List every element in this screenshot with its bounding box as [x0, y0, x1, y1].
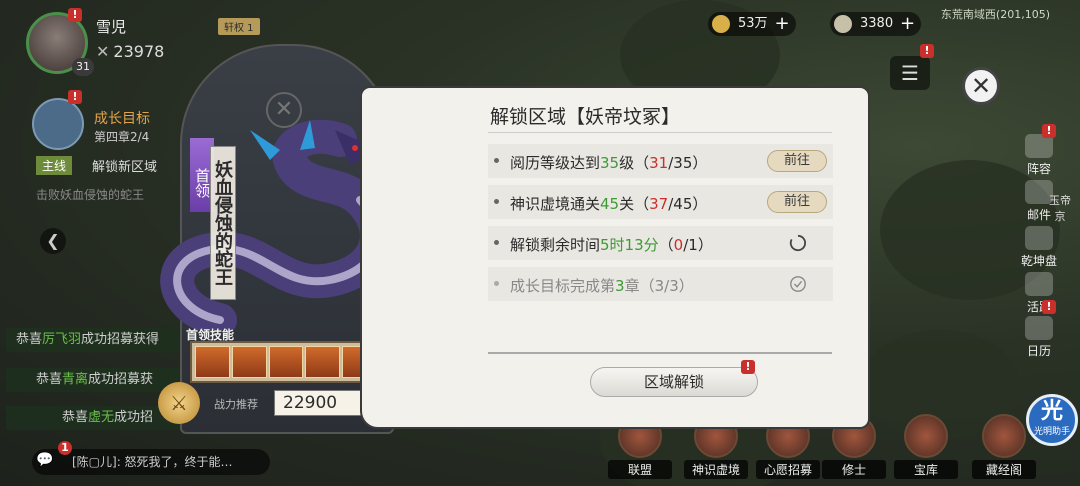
unlock-alert-badge: ! — [741, 360, 755, 374]
bullet-icon — [494, 281, 499, 286]
condition-row: 神识虚境通关45关（37/45） 前往 — [488, 185, 833, 219]
recruit-feed-item: 恭喜青离成功招募获 — [6, 368, 186, 392]
coin-icon — [712, 15, 730, 33]
condition-text: 解锁剩余时间5时13分（0/1） — [510, 236, 713, 254]
sidebar-alert-badge: ! — [1042, 300, 1056, 314]
rank-tag: 轩权 1 — [218, 18, 260, 35]
menu-button[interactable]: ☰ — [890, 56, 930, 90]
chat-icon[interactable]: 💬 — [36, 452, 53, 468]
player-level: 31 — [72, 58, 94, 76]
goto-button[interactable]: 前往 — [767, 191, 827, 213]
growth-goal-icon[interactable] — [32, 98, 84, 150]
boss-skill-icon[interactable] — [305, 346, 341, 378]
condition-text: 阅历等级达到35级（31/35） — [510, 154, 708, 172]
avatar-alert-badge: ! — [68, 8, 82, 22]
calendar-icon — [1025, 316, 1053, 340]
area-unlock-button[interactable]: 区域解锁 — [590, 367, 758, 397]
collapse-arrow-icon[interactable]: ❮ — [40, 228, 66, 254]
bottom-item-treasury[interactable]: 宝库 — [894, 414, 958, 480]
condition-text: 成长目标完成第3章（3/3） — [510, 277, 694, 295]
sidebar-alert-badge: ! — [1042, 124, 1056, 138]
mainline-quest-detail: 击败妖血侵蚀的蛇王 — [36, 188, 145, 202]
close-button[interactable]: ✕ — [962, 67, 1000, 105]
player-name: 雪児 — [96, 18, 127, 36]
boss-skill-icon[interactable] — [195, 346, 230, 378]
bullet-icon — [494, 240, 499, 245]
growth-goal-title[interactable]: 成长目标 — [94, 108, 150, 128]
panel-divider — [488, 352, 832, 354]
currency-spirit[interactable]: 53万 + — [708, 12, 796, 36]
helper-button[interactable]: 光光明助手 — [1026, 394, 1078, 446]
recommend-power-icon: ⚔ — [158, 382, 200, 424]
growth-goal-progress: 第四章2/4 — [94, 130, 150, 144]
sidebar-item-active[interactable]: 活跃 — [1012, 272, 1066, 315]
mainline-quest[interactable]: 解锁新区域 — [92, 156, 157, 175]
library-icon — [982, 414, 1026, 458]
condition-row: 阅历等级达到35级（31/35） 前往 — [488, 144, 833, 178]
panel-title: 解锁区域【妖帝坟冢】 — [490, 106, 681, 128]
bullet-icon — [494, 158, 499, 163]
bullet-icon — [494, 199, 499, 204]
map-coordinates: 东荒南域西(201,105) — [940, 8, 1050, 21]
boss-skill-icon[interactable] — [231, 346, 267, 378]
sidebar-item-qiankun[interactable]: 乾坤盘 — [1012, 226, 1066, 269]
power-icon: ✕ — [96, 42, 110, 61]
activity-icon — [1025, 272, 1053, 296]
boss-name: 妖血侵蚀的蛇王 — [210, 146, 236, 300]
sidebar-item-lineup[interactable]: 阵容 — [1012, 134, 1066, 177]
condition-row: 成长目标完成第3章（3/3） — [488, 267, 833, 301]
sidebar-mail-extra: 玉帝京 — [1049, 194, 1071, 223]
currency-jade[interactable]: 3380 + — [830, 12, 922, 36]
add-currency-button[interactable]: + — [774, 12, 789, 36]
add-gem-button[interactable]: + — [900, 12, 915, 36]
title-divider — [488, 132, 832, 133]
boss-skills — [190, 341, 382, 383]
condition-row: 解锁剩余时间5时13分（0/1） — [488, 226, 833, 260]
player-power: ✕ 23978 — [96, 42, 165, 61]
check-circle-icon — [790, 276, 806, 292]
loading-circle-icon — [789, 234, 807, 252]
mainline-tag: 主线 — [36, 156, 73, 175]
recommend-power-label: 战力推荐 — [214, 398, 258, 411]
menu-alert-badge: ! — [920, 44, 934, 58]
treasury-icon — [904, 414, 948, 458]
compass-icon — [1025, 226, 1053, 250]
recruit-feed-item: 恭喜厉飞羽成功招募获得 — [6, 328, 186, 352]
goal-alert-badge: ! — [68, 90, 82, 104]
goto-button[interactable]: 前往 — [767, 150, 827, 172]
chat-unread-badge: 1 — [58, 441, 72, 455]
condition-text: 神识虚境通关45关（37/45） — [510, 195, 708, 213]
sidebar-item-calendar[interactable]: 日历 — [1012, 316, 1066, 359]
boss-skill-icon[interactable] — [268, 346, 304, 378]
gem-icon — [834, 15, 852, 33]
